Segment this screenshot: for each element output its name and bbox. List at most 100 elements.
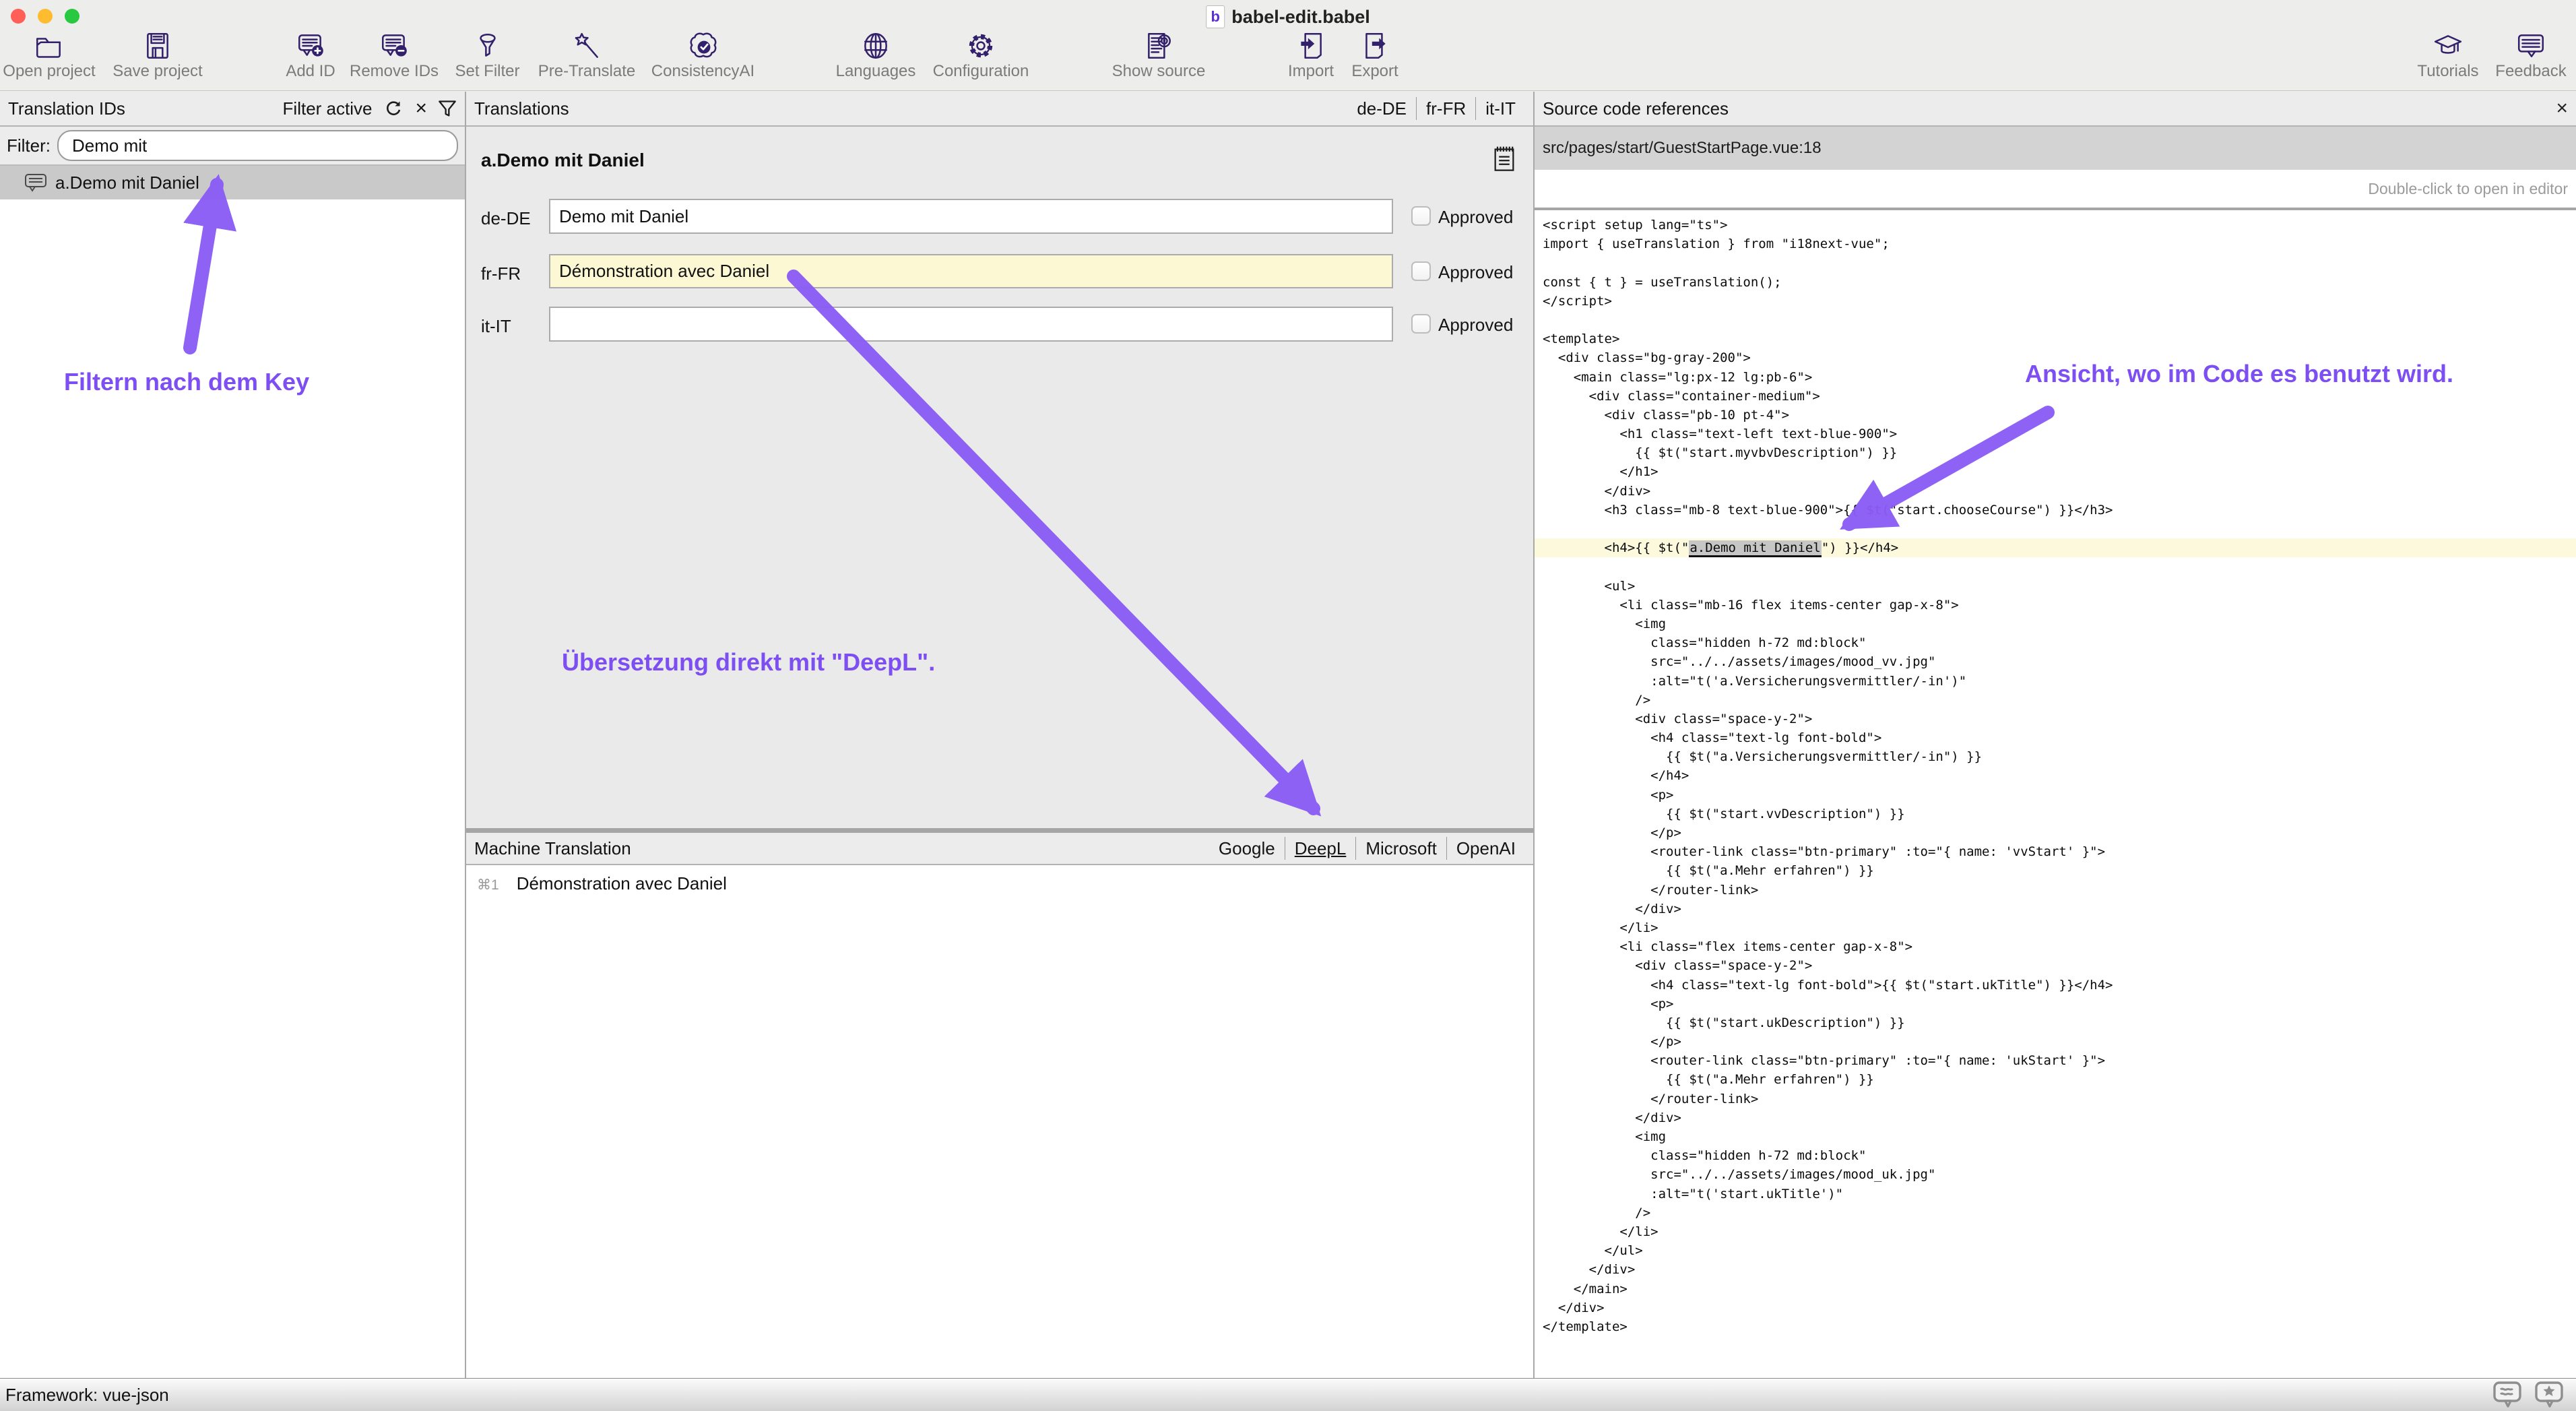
code-line: /> <box>1543 691 2576 710</box>
filter-label: Filter: <box>7 135 51 156</box>
toolbar-item-label: Tutorials <box>2417 62 2478 81</box>
code-line: class="hidden h-72 md:block" <box>1543 633 2576 652</box>
tab-google[interactable]: Google <box>1209 838 1285 859</box>
toolbar-item-label: Show source <box>1112 62 1206 81</box>
code-line: /> <box>1543 1203 2576 1222</box>
code-line: :alt="t('start.ukTitle')" <box>1543 1185 2576 1203</box>
approved-checkbox-fr-FR[interactable] <box>1411 261 1431 281</box>
show-source-button[interactable]: Show source <box>1112 30 1206 90</box>
notes-icon[interactable] <box>1493 146 1516 173</box>
provider-tabs: Google DeepL Microsoft OpenAI <box>1209 837 1525 860</box>
set-filter-funnel-icon <box>472 30 503 61</box>
code-line: <p> <box>1543 995 2576 1013</box>
source-references-header: Source code references × <box>1535 92 2576 127</box>
toolbar-item-label: Pre-Translate <box>538 62 636 81</box>
approved-checkbox-it-IT[interactable] <box>1411 314 1431 334</box>
language-label: fr-FR <box>481 263 543 284</box>
close-window-button[interactable] <box>11 9 26 24</box>
translations-header: Translations de-DE fr-FR it-IT <box>466 92 1533 127</box>
machine-translation-splitter[interactable] <box>466 828 1533 833</box>
toolbar-item-label: Add ID <box>286 62 335 81</box>
language-tabs: de-DE fr-FR it-IT <box>1347 97 1525 120</box>
comment-bubble-icon <box>24 173 47 192</box>
machine-translation-title: Machine Translation <box>474 838 631 859</box>
tab-it-IT[interactable]: it-IT <box>1476 98 1525 119</box>
machine-translation-result-row[interactable]: ⌘1 Démonstration avec Daniel <box>477 873 727 894</box>
export-button[interactable]: Export <box>1349 30 1401 90</box>
code-line: <h4 class="text-lg font-bold">{{ $t("sta… <box>1543 976 2576 995</box>
filter-funnel-icon[interactable] <box>438 98 457 119</box>
code-block[interactable]: <script setup lang="ts">import { useTran… <box>1535 210 2576 1378</box>
tab-openai[interactable]: OpenAI <box>1447 838 1525 859</box>
code-line: {{ $t("start.myvbvDescription") }} <box>1543 443 2576 462</box>
rate-star-bubble-icon[interactable] <box>2534 1381 2565 1409</box>
code-line: </p> <box>1543 1032 2576 1051</box>
code-line: <h4 class="text-lg font-bold"> <box>1543 728 2576 747</box>
translation-input-fr-FR[interactable]: Démonstration avec Daniel <box>549 254 1393 288</box>
zoom-window-button[interactable] <box>65 9 79 24</box>
code-line: </li> <box>1543 918 2576 937</box>
configuration-button[interactable]: Configuration <box>931 30 1031 90</box>
code-line: {{ $t("a.Mehr erfahren") }} <box>1543 861 2576 880</box>
news-bubble-icon[interactable] <box>2492 1381 2523 1409</box>
code-line: </template> <box>1543 1317 2576 1336</box>
save-floppy-icon <box>142 30 173 61</box>
remove-ids-button[interactable]: Remove IDs <box>350 30 438 90</box>
code-line: <li class="flex items-center gap-x-8"> <box>1543 937 2576 956</box>
main-area: Translation IDs Filter active × Filter: … <box>0 92 2576 1378</box>
open-in-editor-hint: Double-click to open in editor <box>2368 180 2568 198</box>
show-source-doc-eye-icon <box>1143 30 1174 61</box>
translation-id-list-item[interactable]: a.Demo mit Daniel <box>0 166 465 199</box>
translation-id-list: a.Demo mit Daniel <box>0 166 465 1378</box>
consistency-ai-brain-icon <box>688 30 719 61</box>
machine-translation-text: Démonstration avec Daniel <box>517 873 727 894</box>
tab-deepl[interactable]: DeepL <box>1285 838 1356 859</box>
translation-ids-title: Translation IDs <box>8 98 125 119</box>
languages-button[interactable]: Languages <box>836 30 915 90</box>
feedback-bubble-icon <box>2515 30 2546 61</box>
approved-checkbox-de-DE[interactable] <box>1411 206 1431 226</box>
code-line: <main class="lg:px-12 lg:pb-6"> <box>1543 368 2576 387</box>
refresh-filter-icon[interactable] <box>383 98 404 119</box>
add-id-button[interactable]: Add ID <box>284 30 337 90</box>
code-line: <script setup lang="ts"> <box>1543 216 2576 234</box>
import-button[interactable]: Import <box>1284 30 1338 90</box>
pre-translate-button[interactable]: Pre-Translate <box>540 30 634 90</box>
close-panel-icon[interactable]: × <box>2556 98 2568 119</box>
filter-input[interactable]: Demo mit <box>57 130 458 161</box>
code-line: <router-link class="btn-primary" :to="{ … <box>1543 1051 2576 1070</box>
tab-microsoft[interactable]: Microsoft <box>1356 838 1446 859</box>
tutorials-grad-cap-icon <box>2433 30 2464 61</box>
pre-translate-wand-icon <box>571 30 602 61</box>
toolbar-item-label: Import <box>1288 62 1334 81</box>
save-project-button[interactable]: Save project <box>110 30 205 90</box>
code-line: src="../../assets/images/mood_vv.jpg" <box>1543 652 2576 671</box>
set-filter-button[interactable]: Set Filter <box>452 30 523 90</box>
code-line: </div> <box>1543 1298 2576 1317</box>
code-line <box>1543 311 2576 330</box>
toolbar-item-label: Configuration <box>933 62 1029 81</box>
add-id-bubble-plus-icon <box>295 30 326 61</box>
import-doc-arrow-icon <box>1295 30 1326 61</box>
minimize-window-button[interactable] <box>38 9 53 24</box>
clear-filter-icon[interactable]: × <box>415 98 427 119</box>
status-bar: Framework: vue-json <box>0 1378 2576 1411</box>
window-title-text: babel-edit.babel <box>1231 7 1370 28</box>
tutorials-button[interactable]: Tutorials <box>2416 30 2480 90</box>
framework-status: Framework: vue-json <box>5 1385 169 1406</box>
translation-input-it-IT[interactable] <box>549 307 1393 342</box>
tab-fr-FR[interactable]: fr-FR <box>1417 98 1475 119</box>
consistency-ai-button[interactable]: ConsistencyAI <box>651 30 755 90</box>
tab-de-DE[interactable]: de-DE <box>1347 98 1416 119</box>
open-project-button[interactable]: Open project <box>2 30 96 90</box>
translation-input-de-DE[interactable]: Demo mit Daniel <box>549 199 1393 234</box>
code-line: <router-link class="btn-primary" :to="{ … <box>1543 842 2576 861</box>
code-line: </h1> <box>1543 462 2576 481</box>
source-reference-path: src/pages/start/GuestStartPage.vue:18 <box>1543 139 1822 158</box>
code-line: <p> <box>1543 786 2576 805</box>
toolbar-item-label: Languages <box>836 62 916 81</box>
filter-row: Filter: Demo mit <box>0 127 465 166</box>
source-reference-item[interactable]: src/pages/start/GuestStartPage.vue:18 <box>1535 127 2576 170</box>
feedback-button[interactable]: Feedback <box>2494 30 2568 90</box>
language-label: it-IT <box>481 316 543 337</box>
